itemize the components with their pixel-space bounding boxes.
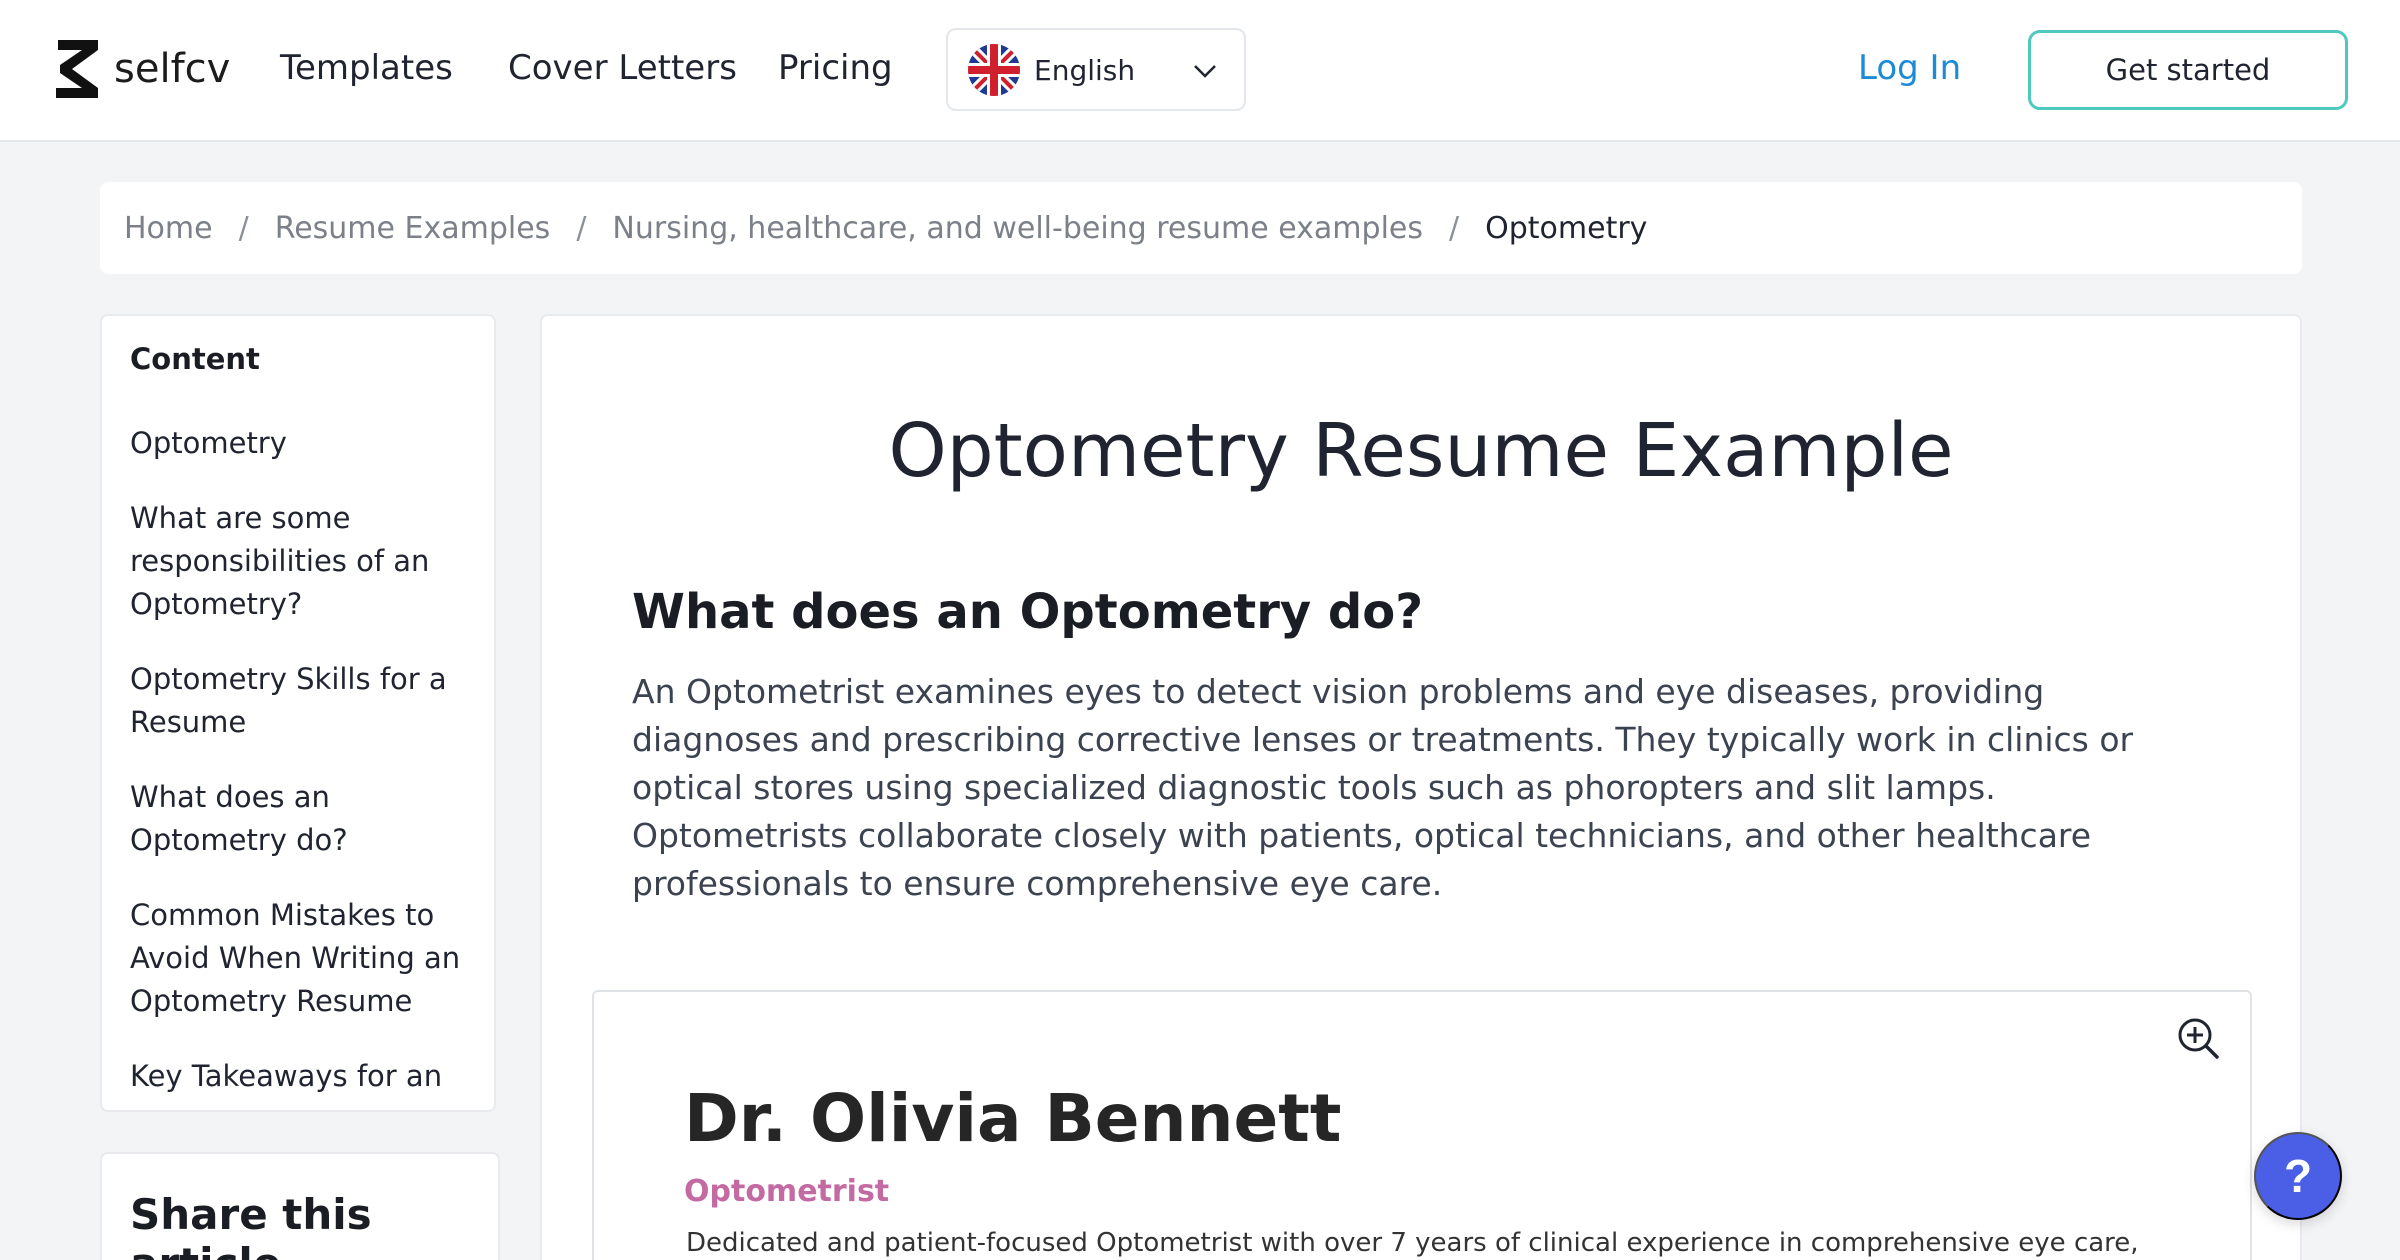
breadcrumb-category[interactable]: Nursing, healthcare, and well-being resu… bbox=[612, 211, 1423, 246]
resume-name: Dr. Olivia Bennett bbox=[684, 1080, 1342, 1157]
brand-name: selfcv bbox=[114, 46, 231, 92]
article: Optometry Resume Example What does an Op… bbox=[540, 314, 2302, 1260]
nav-pricing[interactable]: Pricing bbox=[778, 48, 893, 88]
toc-item[interactable]: Common Mistakes to Avoid When Writing an… bbox=[130, 894, 466, 1023]
breadcrumb-separator: / bbox=[238, 210, 249, 246]
language-selector[interactable]: English bbox=[946, 28, 1246, 111]
table-of-contents: Content Optometry What are some responsi… bbox=[100, 314, 496, 1112]
selfcv-logo-icon bbox=[56, 40, 98, 98]
resume-role: Optometrist bbox=[684, 1174, 890, 1209]
share-panel: Share this article bbox=[100, 1152, 500, 1260]
language-label: English bbox=[1034, 54, 1136, 87]
section-heading: What does an Optometry do? bbox=[632, 584, 1424, 640]
toc-item[interactable]: What are some responsibilities of an Opt… bbox=[130, 497, 466, 626]
breadcrumb-separator: / bbox=[1449, 210, 1460, 246]
toc-item[interactable]: Optometry bbox=[130, 422, 466, 465]
zoom-in-icon[interactable] bbox=[2176, 1016, 2220, 1060]
toc-item[interactable]: Key Takeaways for an bbox=[130, 1055, 466, 1098]
toc-item[interactable]: What does an Optometry do? bbox=[130, 776, 466, 862]
share-title: Share this article bbox=[130, 1190, 372, 1260]
get-started-button[interactable]: Get started bbox=[2028, 30, 2348, 110]
uk-flag-icon bbox=[968, 44, 1020, 96]
breadcrumb-resume-examples[interactable]: Resume Examples bbox=[275, 211, 551, 246]
toc-item[interactable]: Optometry Skills for a Resume bbox=[130, 658, 466, 744]
breadcrumb-separator: / bbox=[576, 210, 587, 246]
site-header: selfcv Templates Cover Letters Pricing E… bbox=[0, 0, 2400, 142]
section-body: An Optometrist examines eyes to detect v… bbox=[632, 672, 2134, 903]
nav-templates[interactable]: Templates bbox=[280, 48, 453, 88]
breadcrumb-home[interactable]: Home bbox=[124, 211, 213, 246]
resume-summary: Dedicated and patient-focused Optometris… bbox=[686, 1228, 2139, 1258]
help-button[interactable]: ? bbox=[2254, 1132, 2342, 1220]
breadcrumb-current: Optometry bbox=[1485, 210, 1648, 246]
toc-title: Content bbox=[130, 342, 260, 376]
login-link[interactable]: Log In bbox=[1858, 48, 1961, 88]
page-title: Optometry Resume Example bbox=[888, 408, 1954, 494]
brand-logo[interactable]: selfcv bbox=[52, 40, 230, 98]
chevron-down-icon bbox=[1194, 65, 1216, 78]
breadcrumb: Home / Resume Examples / Nursing, health… bbox=[100, 182, 2302, 274]
nav-cover-letters[interactable]: Cover Letters bbox=[508, 48, 737, 88]
resume-preview[interactable]: Dr. Olivia Bennett Optometrist Dedicated… bbox=[592, 990, 2252, 1260]
